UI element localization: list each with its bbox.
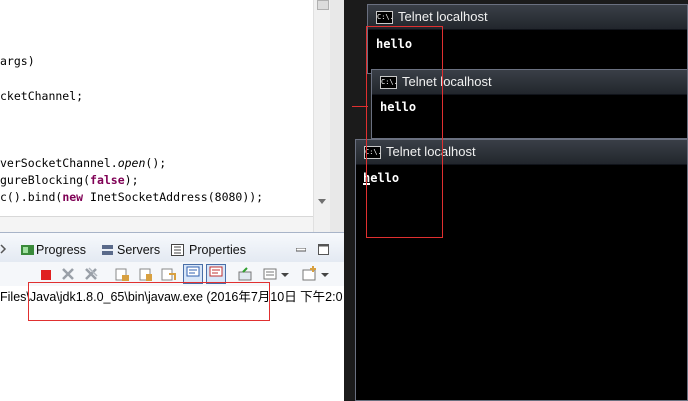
chevron-icon [0,244,7,254]
annotation-box [28,282,270,321]
tab-progress[interactable]: Progress [36,243,86,257]
minimize-icon[interactable] [296,248,306,252]
remove-all-icon[interactable] [83,266,99,282]
scrollbar-thumb[interactable] [317,0,329,10]
tab-overflow-fragment[interactable] [0,243,8,255]
editor-horizontal-scrollbar[interactable] [0,216,330,233]
show-on-error-icon[interactable] [206,264,226,284]
servers-icon [102,245,113,255]
word-wrap-icon[interactable] [160,266,176,282]
terminate-icon[interactable] [38,266,54,282]
tab-properties[interactable]: Properties [189,243,246,257]
code-line: gureBlocking(false); [0,173,139,187]
dropdown-arrow-icon[interactable] [280,266,290,282]
annotation-box [366,26,443,238]
code-line: verSocketChannel.open(); [0,156,167,170]
display-selected-console-icon[interactable] [262,266,278,282]
view-tab-bar: Progress Servers Properties [0,232,344,264]
code-line: c().bind(new InetSocketAddress(8080)); [0,190,264,204]
properties-icon [171,244,184,256]
progress-icon [21,245,34,255]
open-console-icon[interactable] [301,266,317,282]
show-on-output-icon[interactable] [183,264,203,284]
pin-console-icon[interactable] [237,266,253,282]
code-line: cketChannel; [0,89,84,103]
code-line: args) [0,54,35,68]
dropdown-arrow-icon[interactable] [320,266,330,282]
code-editor[interactable]: args) cketChannel; verSocketChannel.open… [0,0,330,232]
remove-launch-icon[interactable] [60,266,76,282]
tab-servers[interactable]: Servers [117,243,160,257]
annotation-line [352,106,368,107]
maximize-icon[interactable] [318,244,329,255]
scroll-down-arrow-icon[interactable] [318,199,326,204]
scroll-lock-icon[interactable] [138,266,154,282]
cmd-icon: C:\. [376,11,394,24]
telnet-title: Telnet localhost [398,9,488,24]
clear-console-icon[interactable] [114,266,130,282]
editor-vertical-scrollbar[interactable] [313,0,331,232]
